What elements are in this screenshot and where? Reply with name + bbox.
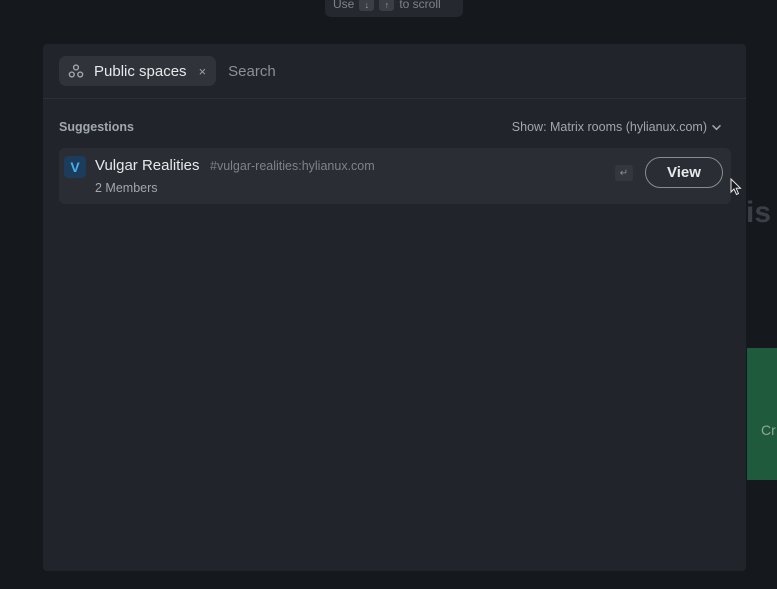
remove-filter-icon[interactable]: × (199, 64, 207, 79)
search-input[interactable] (226, 61, 631, 81)
background-create-button-label: Cr (761, 422, 776, 438)
background-heading-fragment: is (746, 196, 772, 229)
chevron-down-icon (712, 124, 721, 130)
arrow-down-key: ↓ (359, 0, 375, 11)
room-avatar: V (64, 156, 86, 178)
scroll-hint-suffix: to scroll (399, 0, 441, 11)
search-bar: Public spaces × (43, 44, 746, 99)
suggestions-title: Suggestions (59, 120, 135, 134)
scroll-hint-prefix: Use (333, 0, 355, 11)
public-spaces-filter-pill[interactable]: Public spaces × (59, 56, 217, 86)
result-row[interactable]: V Vulgar Realities #vulgar-realities:hyl… (59, 148, 731, 204)
mouse-cursor-icon (730, 178, 742, 196)
show-filter-label: Show: Matrix rooms (hylianux.com) (511, 120, 707, 134)
background-create-button: Cr (747, 348, 777, 480)
room-name: Vulgar Realities (95, 157, 200, 174)
enter-key-icon: ↵ (615, 165, 633, 181)
spaces-icon (68, 63, 84, 79)
room-member-count: 2 Members (95, 181, 158, 195)
room-alias: #vulgar-realities:hylianux.com (210, 159, 375, 173)
show-filter-dropdown[interactable]: Show: Matrix rooms (hylianux.com) (512, 120, 722, 134)
spotlight-dialog: Public spaces × Suggestions Show: Matrix… (43, 44, 746, 571)
suggestions-header: Suggestions Show: Matrix rooms (hylianux… (59, 120, 722, 134)
arrow-up-key: ↑ (379, 0, 395, 11)
filter-pill-label: Public spaces (94, 62, 187, 80)
view-room-button[interactable]: View (645, 157, 723, 188)
scroll-hint: Use ↓ ↑ to scroll (325, 0, 463, 17)
